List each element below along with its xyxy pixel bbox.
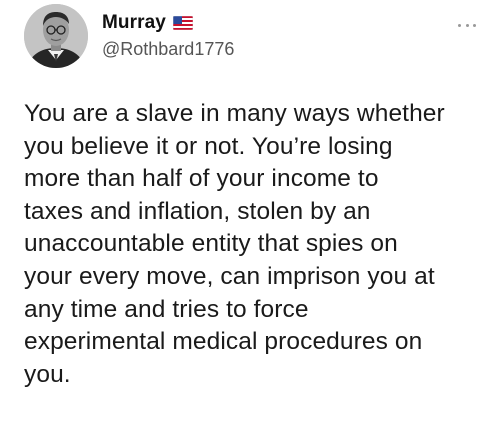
more-dot bbox=[458, 23, 461, 27]
tweet-card: Murray @Rothbard1776 You are a slave in … bbox=[0, 0, 500, 429]
more-dot bbox=[465, 23, 469, 27]
name-row: Murray bbox=[102, 12, 234, 34]
more-dot bbox=[473, 23, 476, 27]
author-info: Murray @Rothbard1776 bbox=[102, 12, 234, 60]
avatar-portrait bbox=[24, 4, 88, 68]
tweet-text: You are a slave in many ways whether you… bbox=[24, 100, 445, 388]
more-options-icon[interactable] bbox=[458, 22, 476, 28]
display-name[interactable]: Murray bbox=[102, 12, 166, 34]
author-handle[interactable]: @Rothbard1776 bbox=[102, 39, 234, 60]
avatar[interactable] bbox=[24, 4, 88, 68]
us-flag-icon bbox=[172, 16, 193, 30]
tweet-header: Murray @Rothbard1776 bbox=[24, 4, 234, 68]
